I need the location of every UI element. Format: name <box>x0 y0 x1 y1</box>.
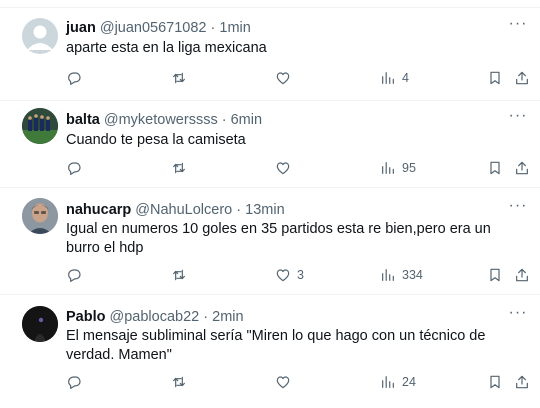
timestamp[interactable]: 1min <box>219 20 250 36</box>
like-button[interactable] <box>275 372 297 392</box>
heart-icon <box>276 162 290 175</box>
views-button[interactable]: 24 <box>380 372 416 392</box>
tweet-reply[interactable]: Pablo @pablocab22 · 2min ··· El mensaje … <box>0 295 540 408</box>
reply-button[interactable] <box>66 68 88 88</box>
timestamp[interactable]: 2min <box>212 309 243 325</box>
heart-icon <box>276 269 290 282</box>
retweet-button[interactable] <box>171 265 193 285</box>
share-button[interactable] <box>514 265 530 285</box>
retweet-button[interactable] <box>171 68 193 88</box>
avatar[interactable] <box>22 306 58 342</box>
display-name[interactable]: juan <box>66 20 96 36</box>
more-options-icon[interactable]: ··· <box>508 305 528 325</box>
display-name[interactable]: Pablo <box>66 309 105 325</box>
bookmark-button[interactable] <box>487 372 503 392</box>
action-bar: 24 <box>66 372 532 392</box>
share-button[interactable] <box>514 158 530 178</box>
user-handle[interactable]: @juan05671082 <box>100 20 207 36</box>
bookmark-button[interactable] <box>487 68 503 88</box>
like-button[interactable] <box>275 68 297 88</box>
reply-icon <box>68 162 81 175</box>
heart-icon <box>276 376 290 389</box>
reply-button[interactable] <box>66 265 88 285</box>
views-count: 4 <box>402 71 409 85</box>
user-handle[interactable]: @myketowerssss <box>104 112 218 128</box>
bookmark-icon <box>490 375 500 389</box>
separator-dot: · <box>221 112 227 128</box>
like-count: 3 <box>297 268 304 282</box>
action-bar: 4 <box>66 68 532 88</box>
views-count: 95 <box>402 161 416 175</box>
user-handle[interactable]: @pablocab22 <box>110 309 200 325</box>
tweet-reply[interactable]: juan @juan05671082 · 1min ··· aparte est… <box>0 8 540 101</box>
like-button[interactable]: 3 <box>275 265 304 285</box>
tweet-reply[interactable]: nahucarp @NahuLolcero · 13min ··· Igual … <box>0 188 540 295</box>
bookmark-icon <box>490 71 500 85</box>
tweet-text: Igual en numeros 10 goles en 35 partidos… <box>66 221 491 256</box>
views-button[interactable]: 334 <box>380 265 423 285</box>
default-avatar-icon <box>27 25 53 50</box>
retweet-icon <box>173 72 185 84</box>
retweet-icon <box>173 376 185 388</box>
avatar[interactable] <box>22 198 58 234</box>
analytics-icon <box>382 376 394 388</box>
reply-icon <box>68 269 81 282</box>
share-icon <box>516 71 528 85</box>
dark-photo-icon <box>22 306 58 342</box>
bookmark-button[interactable] <box>487 158 503 178</box>
timestamp[interactable]: 13min <box>245 202 285 218</box>
retweet-icon <box>173 162 185 174</box>
tweet-header: balta @myketowerssss · 6min <box>66 111 262 129</box>
bookmark-icon <box>490 161 500 175</box>
display-name[interactable]: nahucarp <box>66 202 131 218</box>
retweet-button[interactable] <box>171 372 193 392</box>
analytics-icon <box>382 162 394 174</box>
share-icon <box>516 161 528 175</box>
retweet-button[interactable] <box>171 158 193 178</box>
separator-dot: · <box>210 20 216 36</box>
retweet-icon <box>173 269 185 281</box>
separator-dot: · <box>203 309 209 325</box>
share-button[interactable] <box>514 68 530 88</box>
analytics-icon <box>382 269 394 281</box>
heart-icon <box>276 72 290 85</box>
action-bar: 3 334 <box>66 265 532 285</box>
tweet-text: Cuando te pesa la camiseta <box>66 132 246 148</box>
share-icon <box>516 375 528 389</box>
views-count: 334 <box>402 268 423 282</box>
bookmark-button[interactable] <box>487 265 503 285</box>
tweet-text: aparte esta en la liga mexicana <box>66 40 267 56</box>
display-name[interactable]: balta <box>66 112 100 128</box>
avatar[interactable] <box>22 18 58 54</box>
more-options-icon[interactable]: ··· <box>508 16 528 36</box>
views-count: 24 <box>402 375 416 389</box>
timeline-top-border <box>0 0 540 8</box>
man-photo-icon <box>22 198 58 234</box>
views-button[interactable]: 95 <box>380 158 416 178</box>
football-team-photo-icon <box>22 108 58 144</box>
reply-button[interactable] <box>66 372 88 392</box>
like-button[interactable] <box>275 158 297 178</box>
reply-icon <box>68 72 81 85</box>
more-options-icon[interactable]: ··· <box>508 108 528 128</box>
share-button[interactable] <box>514 372 530 392</box>
user-handle[interactable]: @NahuLolcero <box>135 202 232 218</box>
tweet-header: nahucarp @NahuLolcero · 13min <box>66 201 285 219</box>
action-bar: 95 <box>66 158 532 178</box>
views-button[interactable]: 4 <box>380 68 409 88</box>
bookmark-icon <box>490 268 500 282</box>
timestamp[interactable]: 6min <box>231 112 262 128</box>
tweet-header: Pablo @pablocab22 · 2min <box>66 308 244 326</box>
share-icon <box>516 268 528 282</box>
avatar[interactable] <box>22 108 58 144</box>
analytics-icon <box>382 72 394 84</box>
tweet-text: El mensaje subliminal sería "Miren lo qu… <box>66 328 486 363</box>
more-options-icon[interactable]: ··· <box>508 198 528 218</box>
reply-button[interactable] <box>66 158 88 178</box>
reply-icon <box>68 376 81 389</box>
separator-dot: · <box>236 202 242 218</box>
tweet-reply[interactable]: balta @myketowerssss · 6min ··· Cuando t… <box>0 101 540 188</box>
tweet-header: juan @juan05671082 · 1min <box>66 19 251 37</box>
